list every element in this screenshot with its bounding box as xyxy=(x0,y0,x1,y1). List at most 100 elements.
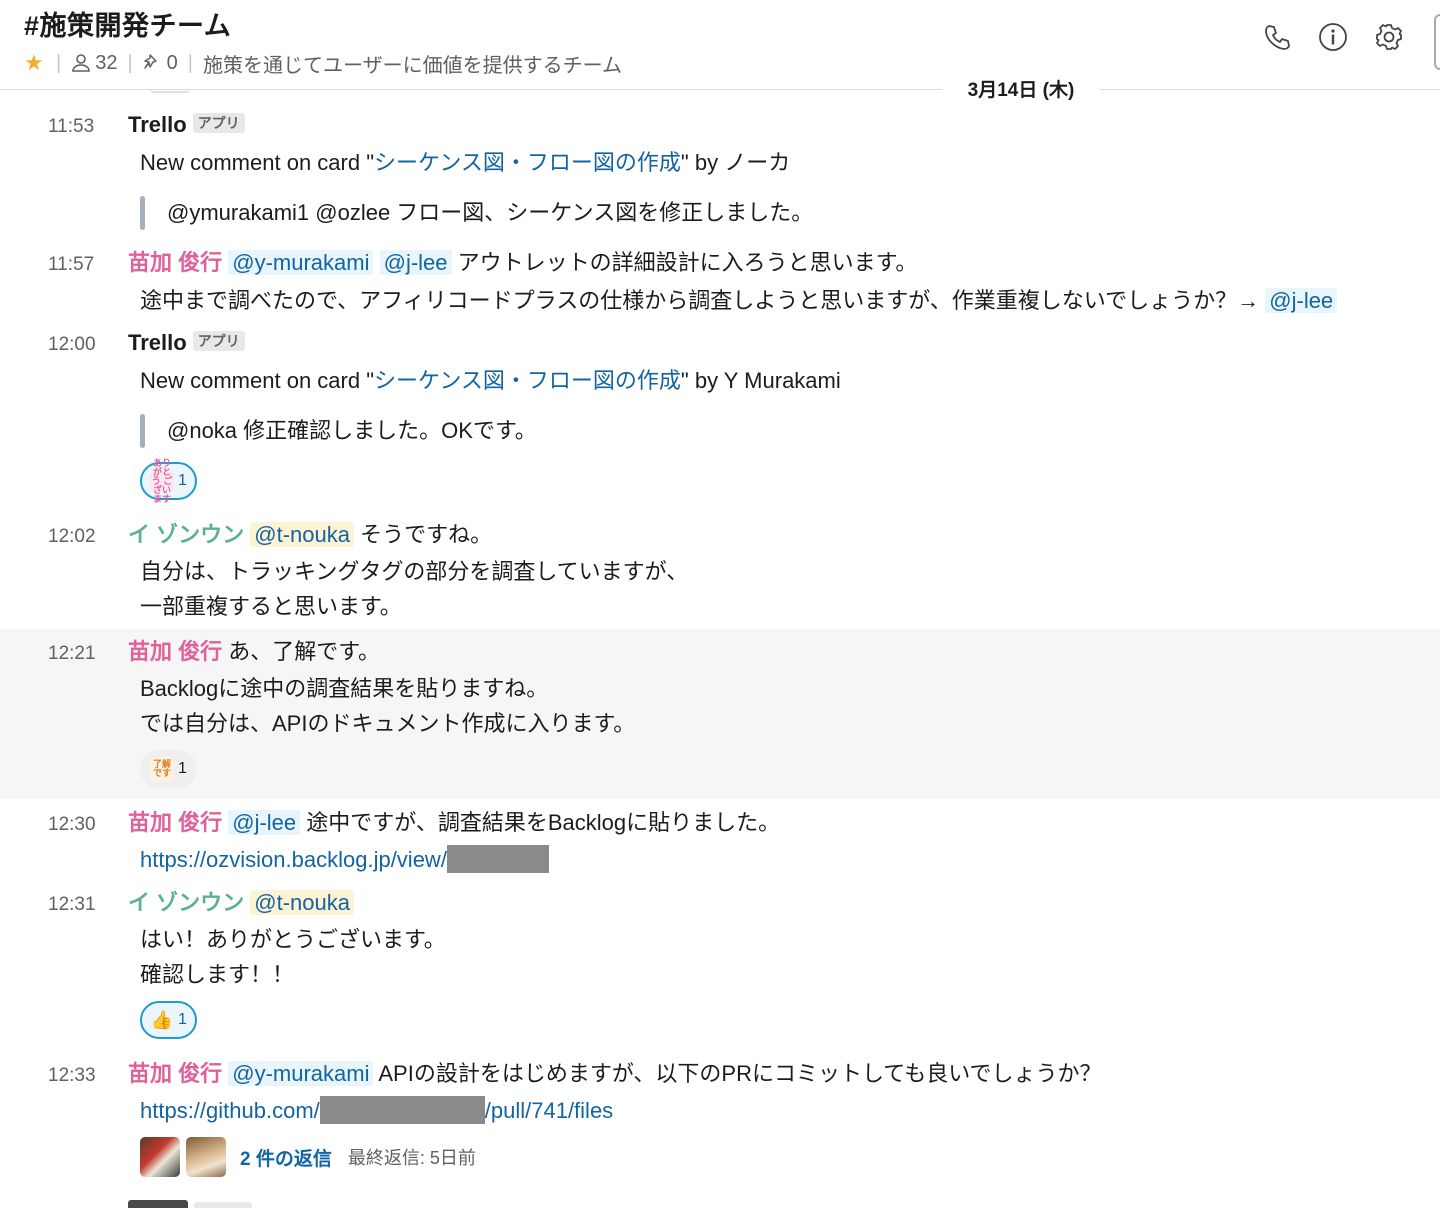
next-message-partial xyxy=(128,1200,188,1208)
pins-count[interactable]: 0 xyxy=(143,52,178,75)
channel-meta: ★ | 32 | 0 | 施策を通じてユーザーに価値を提供するチーム xyxy=(24,49,622,78)
mention[interactable]: @y-murakami xyxy=(228,250,374,275)
thread-last-reply: 最終返信: 5日前 xyxy=(347,1148,476,1168)
channel-topic[interactable]: 施策を通じてユーザーに価値を提供するチーム xyxy=(203,49,622,78)
reaction-button[interactable]: 了解 です 1 xyxy=(140,750,197,788)
reaction-button[interactable]: 👍 1 xyxy=(140,1001,197,1039)
thanks-emoji-icon: ありがとう ございます xyxy=(150,457,174,504)
message-time[interactable]: 11:53 xyxy=(48,116,94,138)
message-text: https://github.com/ /pull/741/files xyxy=(140,1096,613,1126)
pin-icon xyxy=(143,54,157,69)
github-link[interactable]: https://github.com/ xyxy=(140,1098,320,1123)
reaction-count: 1 xyxy=(178,760,187,777)
mention[interactable]: @j-lee xyxy=(1265,288,1338,313)
mention[interactable]: @t-nouka xyxy=(250,890,354,915)
ryoukai-emoji-icon: 了解 です xyxy=(150,757,174,781)
message-time[interactable]: 12:00 xyxy=(48,334,96,356)
mention[interactable]: @j-lee xyxy=(228,810,301,835)
text-segment: あ、了解です。 xyxy=(222,639,381,664)
message: 12:30 苗加 俊行 @j-lee 途中ですが、調査結果をBacklogに貼り… xyxy=(0,804,1440,882)
message-text: はい！ありがとうございます。 xyxy=(140,927,446,952)
members-count[interactable]: 32 xyxy=(71,52,117,75)
thumbs-up-icon: 👍 xyxy=(150,1009,174,1030)
message-header: イ ゾンウン @t-nouka xyxy=(128,888,354,918)
star-icon[interactable]: ★ xyxy=(24,52,46,74)
message-text: 自分は、トラッキングタグの部分を調査していますが、 xyxy=(140,559,689,584)
message-text: https://ozvision.backlog.jp/view/ xyxy=(140,845,549,875)
message-header: Trello アプリ xyxy=(128,110,245,140)
message-header: イ ゾンウン @t-nouka そうですね。 xyxy=(128,520,492,550)
message-header: 苗加 俊行 あ、了解です。 xyxy=(128,637,380,667)
divider: | xyxy=(127,51,133,74)
message-time[interactable]: 12:21 xyxy=(48,643,96,665)
text-segment: New comment on card " xyxy=(140,150,375,175)
divider: | xyxy=(187,51,193,74)
author-name[interactable]: Trello xyxy=(128,112,187,137)
message-text: 途中まで調べたので、アフィリコードプラスの仕様から調査しようと思いますが、作業重… xyxy=(140,286,1338,316)
channel-header: #施策開発チーム ★ | 32 | 0 | 施策を通じてユーザーに価値を提供する… xyxy=(0,0,1440,90)
author-name[interactable]: イ ゾンウン xyxy=(128,890,244,915)
reaction-count: 1 xyxy=(178,1011,187,1028)
message-text: New comment on card "シーケンス図・フロー図の作成" by … xyxy=(140,148,790,178)
message-text: Backlogに途中の調査結果を貼りますね。 xyxy=(140,676,549,701)
app-badge: アプリ xyxy=(192,331,245,351)
date-divider[interactable]: 3月14日 (木) xyxy=(942,76,1100,106)
phone-icon xyxy=(1265,25,1290,50)
message: 11:53 Trello アプリ New comment on card "シーケ… xyxy=(0,106,1440,236)
text-segment: 途中まで調べたので、アフィリコードプラスの仕様から調査しようと思いますが、作業重… xyxy=(140,288,1266,313)
redacted-block xyxy=(319,1096,485,1124)
card-link[interactable]: シーケンス図・フロー図の作成 xyxy=(374,368,681,393)
text-segment: " by Y Murakami xyxy=(680,368,841,393)
message-header: 苗加 俊行 @j-lee 途中ですが、調査結果をBacklogに貼りました。 xyxy=(128,808,780,838)
divider: | xyxy=(56,51,62,74)
text-segment: アウトレットの詳細設計に入ろうと思います。 xyxy=(451,250,918,275)
gear-icon xyxy=(1376,24,1402,50)
message-text: 一部重複すると思います。 xyxy=(140,594,402,619)
header-actions xyxy=(1262,22,1404,52)
avatar xyxy=(140,1137,180,1177)
card-link[interactable]: シーケンス図・フロー図の作成 xyxy=(374,150,681,175)
reaction-button[interactable]: ありがとう ございます 1 xyxy=(140,457,197,504)
message-time[interactable]: 12:02 xyxy=(48,526,96,548)
text-segment: APIの設計をはじめますが、以下のPRにコミットしても良いでしょうか？ xyxy=(373,1061,1102,1086)
message: 11:57 苗加 俊行 @y-murakami @j-lee アウトレットの詳細… xyxy=(0,244,1440,324)
author-name[interactable]: 苗加 俊行 xyxy=(128,639,222,664)
text-segment: そうですね。 xyxy=(353,522,493,547)
details-button[interactable] xyxy=(1318,22,1348,52)
quote-bar xyxy=(140,414,145,448)
message: 12:33 苗加 俊行 @y-murakami APIの設計をはじめますが、以下… xyxy=(0,1055,1440,1185)
quote-bar xyxy=(140,196,145,230)
app-badge: アプリ xyxy=(192,113,245,133)
text-segment: 途中ですが、調査結果をBacklogに貼りました。 xyxy=(300,810,781,835)
author-name[interactable]: Trello xyxy=(128,330,187,355)
github-link[interactable]: /pull/741/files xyxy=(485,1098,613,1123)
channel-title[interactable]: #施策開発チーム xyxy=(24,4,231,43)
call-button[interactable] xyxy=(1262,22,1292,52)
pins-count-value: 0 xyxy=(166,51,178,74)
thread-replies-link[interactable]: 2 件の返信 xyxy=(240,1144,332,1171)
message-time[interactable]: 11:57 xyxy=(48,254,94,276)
author-name[interactable]: 苗加 俊行 xyxy=(128,1061,222,1086)
text-segment: New comment on card " xyxy=(140,368,375,393)
author-name[interactable]: 苗加 俊行 xyxy=(128,250,222,275)
message-text: New comment on card "シーケンス図・フロー図の作成" by … xyxy=(140,366,841,396)
thread-summary[interactable]: 2 件の返信 最終返信: 5日前 xyxy=(140,1137,476,1177)
settings-button[interactable] xyxy=(1374,22,1404,52)
message: 12:02 イ ゾンウン @t-nouka そうですね。 自分は、トラッキングタ… xyxy=(0,516,1440,626)
message-header: 苗加 俊行 @y-murakami APIの設計をはじめますが、以下のPRにコミ… xyxy=(128,1059,1102,1089)
members-count-value: 32 xyxy=(95,51,118,74)
author-name[interactable]: 苗加 俊行 xyxy=(128,810,222,835)
mention[interactable]: @j-lee xyxy=(379,250,452,275)
message-time[interactable]: 12:31 xyxy=(48,894,96,916)
mention[interactable]: @y-murakami xyxy=(228,1061,374,1086)
message-time[interactable]: 12:33 xyxy=(48,1065,96,1087)
mention[interactable]: @t-nouka xyxy=(250,522,354,547)
quote-text: @noka 修正確認しました。OKです。 xyxy=(167,418,537,443)
message-time[interactable]: 12:30 xyxy=(48,814,96,836)
author-name[interactable]: イ ゾンウン xyxy=(128,522,244,547)
backlog-link[interactable]: https://ozvision.backlog.jp/view/ xyxy=(140,847,447,872)
message-text: では自分は、APIのドキュメント作成に入ります。 xyxy=(140,711,636,736)
message: 12:00 Trello アプリ New comment on card "シーケ… xyxy=(0,324,1440,514)
reaction-count: 1 xyxy=(178,472,187,489)
scroll-hint xyxy=(150,89,190,93)
